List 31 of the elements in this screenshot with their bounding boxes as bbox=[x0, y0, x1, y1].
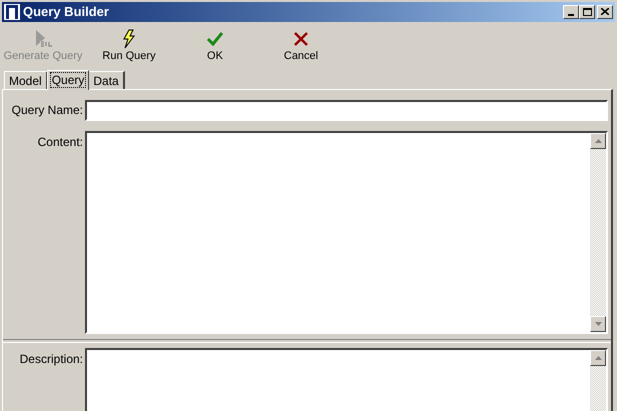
down-arrow-icon bbox=[594, 322, 602, 326]
close-button[interactable] bbox=[597, 4, 613, 19]
minimize-icon bbox=[568, 14, 574, 16]
checkmark-icon bbox=[206, 30, 224, 46]
scrollbar[interactable] bbox=[590, 132, 606, 332]
close-icon bbox=[294, 32, 308, 46]
field-label: Query Name: bbox=[10, 102, 84, 119]
tab[interactable]: Data bbox=[88, 70, 125, 88]
input-field[interactable] bbox=[85, 100, 608, 120]
tab[interactable]: Model bbox=[4, 70, 48, 88]
close-icon bbox=[601, 8, 609, 16]
window-title: Query Builder bbox=[23, 3, 109, 21]
app-icon bbox=[4, 4, 20, 20]
toolbar-button[interactable]: Cancel bbox=[258, 26, 344, 66]
tab[interactable]: Query bbox=[46, 70, 90, 90]
scroll-up-button[interactable] bbox=[590, 132, 606, 148]
lightning-icon bbox=[122, 28, 136, 48]
text-area[interactable] bbox=[85, 348, 608, 411]
toolbar-button[interactable]: Run Query bbox=[86, 26, 172, 66]
scroll-up-button[interactable] bbox=[590, 350, 606, 366]
scrollbar[interactable] bbox=[590, 350, 606, 411]
field-label: Content: bbox=[36, 134, 84, 150]
toolbar-button[interactable]: OK bbox=[172, 26, 258, 66]
maximize-button[interactable] bbox=[579, 4, 595, 19]
up-arrow-icon bbox=[594, 356, 602, 360]
up-arrow-icon bbox=[594, 138, 602, 142]
minimize-button[interactable] bbox=[563, 4, 579, 19]
maximize-icon bbox=[582, 8, 592, 16]
play-sql-icon bbox=[33, 28, 53, 48]
field-label: Description: bbox=[18, 350, 84, 368]
scroll-down-button[interactable] bbox=[590, 316, 606, 332]
